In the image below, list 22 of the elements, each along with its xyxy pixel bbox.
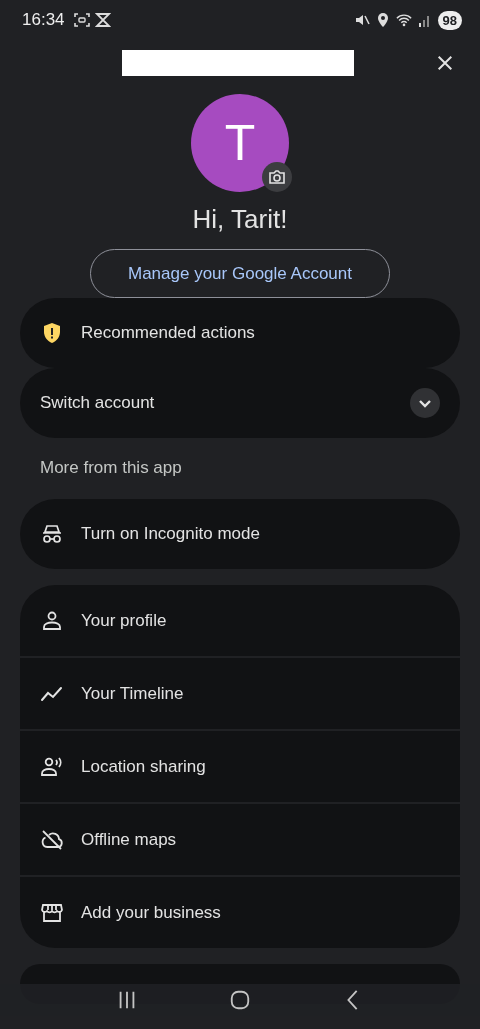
menu-item[interactable]: Add your business: [20, 877, 460, 948]
screenshot-icon: [73, 12, 90, 28]
menu-item[interactable]: Your Timeline: [20, 658, 460, 729]
avatar[interactable]: T: [191, 94, 289, 192]
mute-icon: [353, 12, 370, 28]
chevron-icon[interactable]: [410, 388, 440, 418]
switch-account-item[interactable]: Switch account: [20, 368, 460, 438]
crossed-cloud-icon: [40, 827, 64, 852]
camera-icon[interactable]: [262, 162, 292, 192]
section-title: More from this app: [39, 457, 183, 479]
close-icon[interactable]: [436, 54, 454, 72]
menu-item[interactable]: Your profile: [20, 585, 460, 656]
incognito-item[interactable]: Turn on Incognito mode: [20, 499, 460, 569]
wifi-icon: [395, 12, 412, 28]
hat-glasses-icon: [40, 522, 64, 546]
menu-item[interactable]: Location sharing: [20, 731, 460, 802]
recommended-actions-item[interactable]: Recommended actions: [20, 298, 460, 368]
menu-item[interactable]: Offline maps: [20, 804, 460, 875]
greeting: Hi, Tarit!: [191, 204, 289, 235]
status-time: 16:34: [22, 10, 65, 30]
home-icon[interactable]: [229, 989, 251, 1011]
battery-level: 98: [437, 10, 462, 30]
